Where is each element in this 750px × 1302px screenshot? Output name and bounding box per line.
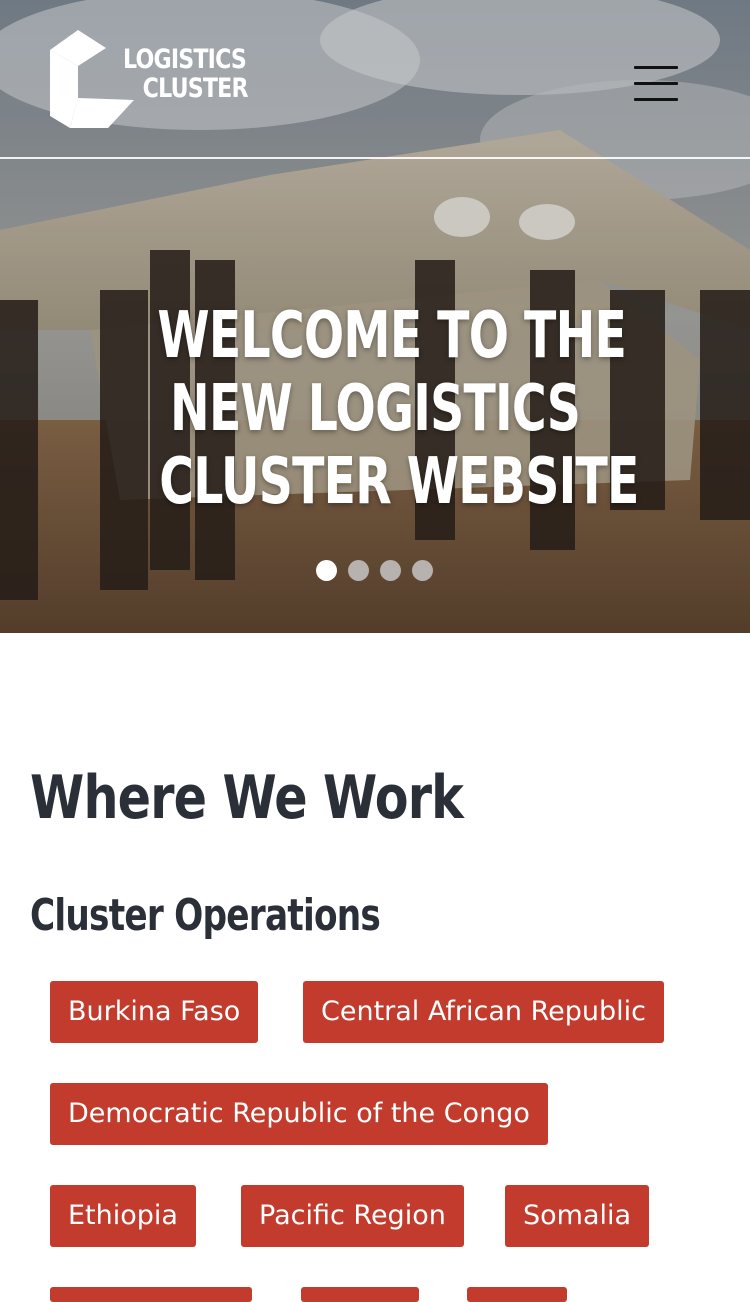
operation-button-partial[interactable] (467, 1287, 567, 1302)
carousel-dot-1[interactable] (316, 560, 337, 581)
operation-button-burkina-faso[interactable]: Burkina Faso (50, 981, 259, 1043)
carousel-indicators (316, 560, 436, 582)
logo-text: LOGISTICS CLUSTER (123, 44, 249, 104)
logo-line-2: CLUSTER (142, 73, 249, 104)
operation-button-somalia[interactable]: Somalia (505, 1185, 650, 1247)
logo-line-1: LOGISTICS (123, 44, 247, 75)
operation-button-ethiopia[interactable]: Ethiopia (50, 1185, 196, 1247)
where-we-work-heading: Where We Work (30, 763, 464, 833)
cluster-operations-heading: Cluster Operations (30, 890, 381, 941)
operation-button-drc[interactable]: Democratic Republic of the Congo (50, 1083, 548, 1145)
carousel-dot-3[interactable] (380, 560, 401, 581)
operation-button-partial[interactable] (50, 1287, 252, 1302)
operation-button-central-african-republic[interactable]: Central African Republic (303, 981, 664, 1043)
hero-title-line-1: WELCOME TO THE (157, 299, 627, 373)
carousel-dot-4[interactable] (412, 560, 433, 581)
hero-carousel: LOGISTICS CLUSTER WELCOME TO THE NEW LOG… (0, 0, 750, 633)
operation-button-partial[interactable] (301, 1287, 419, 1302)
site-header: LOGISTICS CLUSTER (0, 0, 750, 159)
hamburger-menu-icon[interactable] (632, 64, 680, 104)
carousel-dot-2[interactable] (348, 560, 369, 581)
logistics-cluster-logo[interactable]: LOGISTICS CLUSTER (48, 28, 249, 130)
hero-title: WELCOME TO THE NEW LOGISTICS CLUSTER WEB… (75, 300, 675, 519)
hero-title-line-2: NEW LOGISTICS (169, 372, 581, 446)
operation-button-pacific-region[interactable]: Pacific Region (241, 1185, 464, 1247)
hero-title-line-3: CLUSTER WEBSITE (159, 445, 639, 519)
